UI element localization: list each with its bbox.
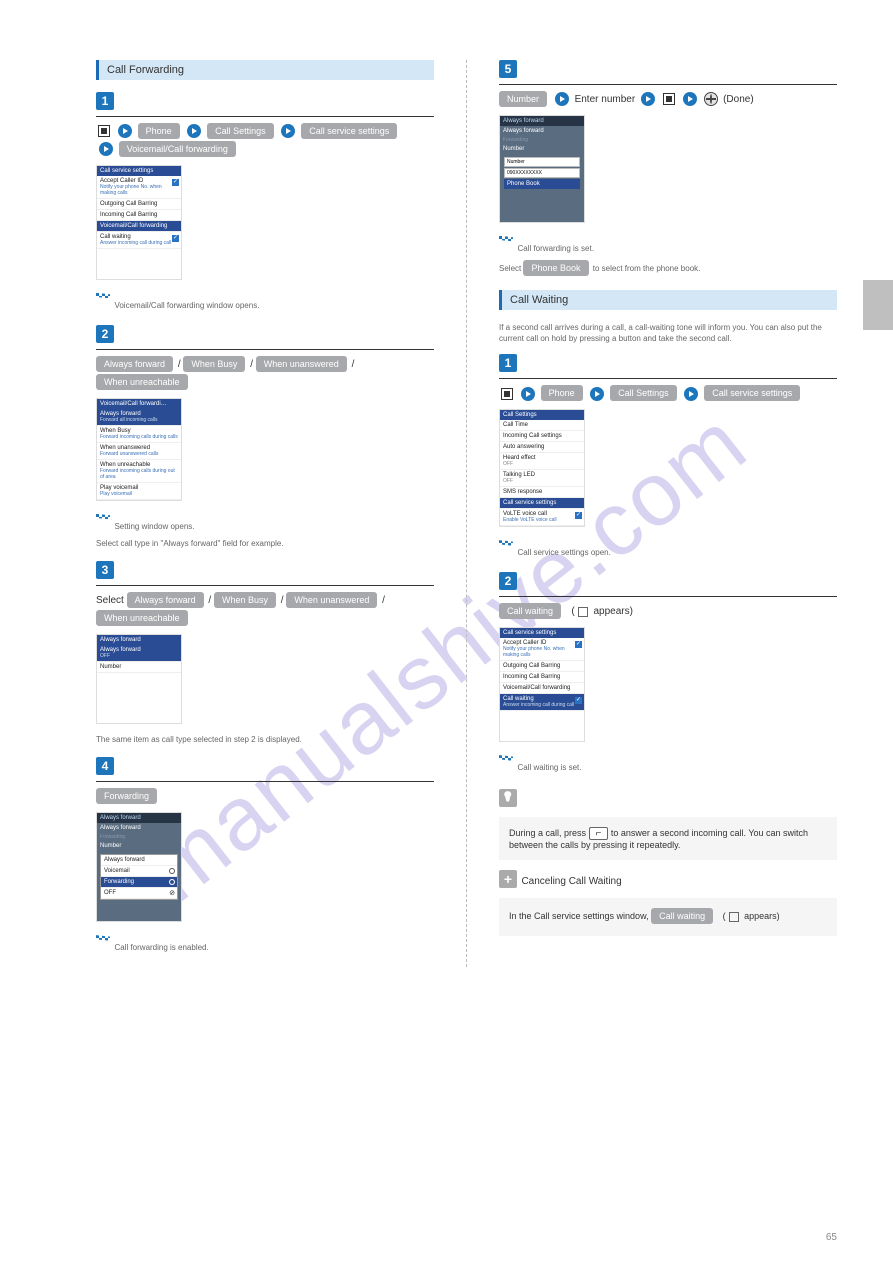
step-number: 4 (96, 757, 114, 775)
text: / (250, 359, 256, 370)
footnote: Select call type in "Always forward" fie… (96, 538, 434, 549)
flag-icon (499, 537, 513, 551)
step-number: 2 (499, 572, 517, 590)
flag-icon (96, 290, 110, 304)
pill: Forwarding (96, 788, 157, 804)
center-key-icon (501, 388, 513, 400)
step-2: 2 Always forward / When Busy / When unan… (96, 325, 434, 549)
center-key-icon (98, 125, 110, 137)
result-text: Call forwarding is set. (517, 244, 593, 253)
arrow-icon (118, 124, 132, 138)
arrow-icon (641, 92, 655, 106)
arrow-icon (99, 142, 113, 156)
flag-icon (499, 752, 513, 766)
footnote: The same item as call type selected in s… (96, 734, 434, 745)
checkbox-icon (729, 912, 739, 922)
step-4: 4 Forwarding Always forward Always forwa… (96, 757, 434, 955)
arrow-icon (590, 387, 604, 401)
pill: Always forward (96, 356, 173, 372)
step-2b: 2 Call waiting ( appears) Call service s… (499, 572, 837, 775)
pill: Phone (138, 123, 180, 139)
bulb-icon (499, 789, 517, 807)
center-key-icon (663, 93, 675, 105)
tip-box: During a call, press ⌐ to answer a secon… (499, 817, 837, 860)
screenshot-forwarding-select: Always forward Always forward Forwarding… (96, 812, 182, 922)
result-text: Setting window opens. (114, 522, 194, 531)
arrow-icon (683, 92, 697, 106)
footnote: Select Phone Book to select from the pho… (499, 260, 837, 278)
step-1: 1 Phone Call Settings Call service setti… (96, 92, 434, 313)
arrow-icon (187, 124, 201, 138)
call-key-icon: ⌐ (589, 827, 609, 840)
arrow-icon (555, 92, 569, 106)
plus-title: Canceling Call Waiting (521, 876, 621, 887)
text: / (352, 359, 355, 370)
pill: Phone (541, 385, 583, 401)
tip-section: During a call, press ⌐ to answer a secon… (499, 787, 837, 860)
step-number: 5 (499, 60, 517, 78)
pill: Always forward (127, 592, 204, 608)
result-text: Voicemail/Call forwarding window opens. (114, 301, 259, 310)
section-title: Call Forwarding (96, 60, 434, 80)
plus-box: In the Call service settings window, Cal… (499, 898, 837, 936)
text: / (382, 595, 385, 606)
arrow-icon (521, 387, 535, 401)
step-5: 5 Number Enter number (Done) Always forw… (499, 60, 837, 278)
step-number: 2 (96, 325, 114, 343)
pill: Voicemail/Call forwarding (119, 141, 236, 157)
globe-icon (704, 92, 718, 106)
pill: When Busy (214, 592, 276, 608)
arrow-icon (684, 387, 698, 401)
pill: Call Settings (207, 123, 274, 139)
pill: When unanswered (256, 356, 347, 372)
screenshot-voicemail-forwarding: Voicemail/Call forwardi… Always forwardF… (96, 398, 182, 501)
pill: Number (499, 91, 547, 107)
pill: Call waiting (651, 908, 713, 924)
screenshot-always-forward: Always forward Always forwardOFF Number (96, 634, 182, 724)
left-column: Call Forwarding 1 Phone Call Settings Ca… (32, 60, 467, 967)
plus-section: + Canceling Call Waiting In the Call ser… (499, 870, 837, 936)
pill: Call service settings (301, 123, 397, 139)
step-1b: 1 Phone Call Settings Call service setti… (499, 354, 837, 560)
result-text: Call service settings open. (517, 548, 610, 557)
step-number: 1 (499, 354, 517, 372)
checkbox-icon (578, 607, 588, 617)
pill: When unreachable (96, 610, 188, 626)
section-sub: If a second call arrives during a call, … (499, 322, 837, 344)
page-content: Call Forwarding 1 Phone Call Settings Ca… (0, 0, 893, 1007)
pill: When unreachable (96, 374, 188, 390)
pill: Call Settings (610, 385, 677, 401)
flag-icon (96, 511, 110, 525)
pill: Call waiting (499, 603, 561, 619)
step-3: 3 Select Always forward / When Busy / Wh… (96, 561, 434, 745)
page-number: 65 (826, 1232, 837, 1243)
screenshot-call-service-waiting: Call service settings Accept Caller IDNo… (499, 627, 585, 742)
text: Select (96, 595, 127, 606)
step-number: 1 (96, 92, 114, 110)
flag-icon (499, 233, 513, 247)
pill: When Busy (183, 356, 245, 372)
arrow-icon (281, 124, 295, 138)
pill: Call service settings (704, 385, 800, 401)
screenshot-call-settings: Call Settings Call Time Incoming Call se… (499, 409, 585, 527)
screenshot-call-service-settings: Call service settings Accept Caller IDNo… (96, 165, 182, 280)
section-title-call-waiting: Call Waiting (499, 290, 837, 310)
plus-icon: + (499, 870, 517, 888)
pill: When unanswered (286, 592, 377, 608)
text: (Done) (723, 94, 754, 105)
result-text: Call waiting is set. (517, 763, 581, 772)
flag-icon (96, 932, 110, 946)
pill: Phone Book (523, 260, 588, 276)
text: Enter number (575, 94, 638, 105)
step-number: 3 (96, 561, 114, 579)
result-text: Call forwarding is enabled. (114, 943, 208, 952)
screenshot-number-entry: Always forward Always forward Forwarding… (499, 115, 585, 223)
right-column: 5 Number Enter number (Done) Always forw… (467, 60, 861, 967)
